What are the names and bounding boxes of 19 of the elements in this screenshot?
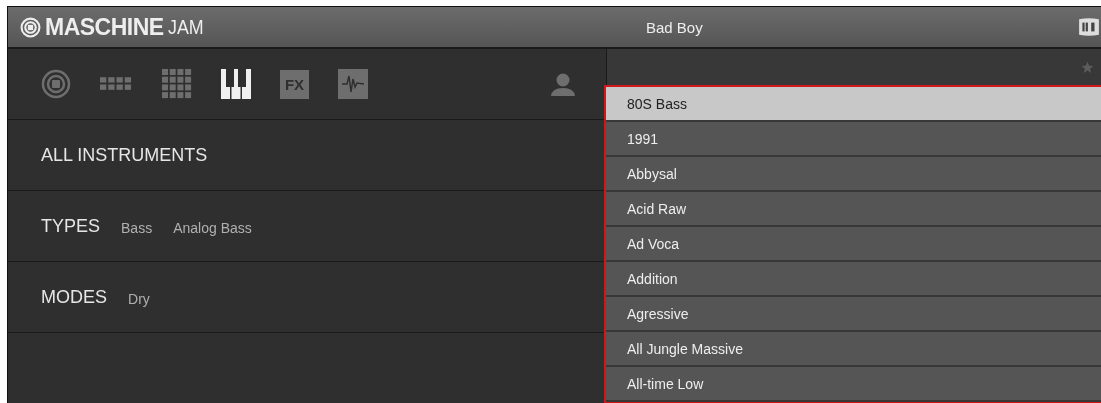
filter-value[interactable]: Bass (121, 220, 153, 236)
user-icon[interactable] (550, 72, 576, 96)
preset-name: Bad Boy (646, 18, 703, 36)
result-item[interactable]: 80S Bass (606, 87, 1101, 122)
ni-logo-icon (1078, 17, 1100, 37)
brand-suffix: JAM (167, 15, 204, 39)
filter-value[interactable]: Dry (128, 291, 150, 307)
record-icon[interactable] (41, 69, 71, 99)
brand-name: MASCHINE (45, 13, 164, 41)
pad-grid-icon[interactable] (162, 69, 192, 99)
filter-label[interactable]: MODES (41, 286, 107, 308)
logo-icon (20, 16, 41, 38)
filter-label[interactable]: ALL INSTRUMENTS (41, 144, 208, 166)
keyboard-icon[interactable] (221, 69, 251, 99)
filter-value[interactable]: Analog Bass (173, 220, 252, 236)
waveform-icon[interactable] (338, 69, 368, 99)
grid-icon[interactable] (100, 77, 133, 91)
filter-label[interactable]: TYPES (41, 215, 101, 237)
star-icon[interactable] (1081, 60, 1094, 74)
